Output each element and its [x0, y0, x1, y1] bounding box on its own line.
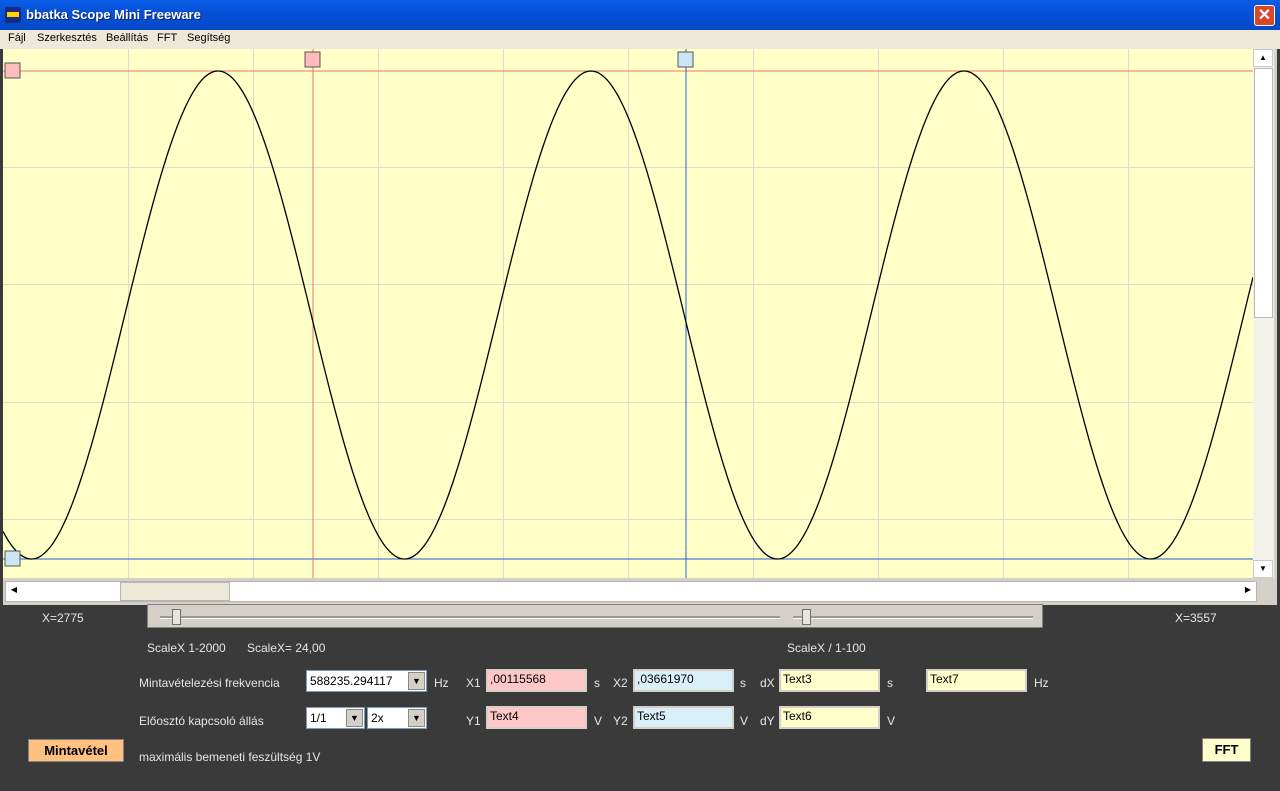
v-unit-2: V: [740, 714, 749, 728]
dx-field[interactable]: Text3: [779, 669, 880, 692]
window-title: bbatka Scope Mini Freeware: [26, 7, 201, 22]
menu-settings[interactable]: Beállítás: [106, 32, 148, 44]
x1-label: X1: [466, 676, 481, 690]
chevron-down-icon[interactable]: ▼: [346, 709, 363, 727]
scale-slider-knob-1[interactable]: [172, 609, 181, 625]
x2-label: X2: [613, 676, 628, 690]
dy-label: dY: [760, 714, 775, 728]
app-logo-icon: [5, 7, 21, 23]
sample-button[interactable]: Mintavétel: [28, 739, 124, 762]
vertical-scroll-thumb[interactable]: [1254, 68, 1273, 318]
scroll-up-arrow-icon[interactable]: ▲: [1253, 49, 1273, 67]
cursor-x2-handle[interactable]: [677, 51, 694, 68]
dx-label: dX: [760, 676, 775, 690]
scroll-left-arrow-icon[interactable]: ◀: [6, 582, 22, 601]
s-unit-3: s: [887, 676, 893, 690]
horizontal-scrollbar[interactable]: ◀ ▶: [5, 581, 1257, 602]
v-unit-1: V: [594, 714, 603, 728]
menu-edit[interactable]: Szerkesztés: [37, 32, 97, 44]
y1-label: Y1: [466, 714, 481, 728]
x-right-readout: X=3557: [1175, 611, 1217, 625]
scale-slider-track-2: [793, 616, 1033, 619]
prescaler-select[interactable]: 1/1 ▼: [306, 707, 365, 729]
dy-field[interactable]: Text6: [779, 706, 880, 729]
menu-file[interactable]: Fájl: [8, 32, 26, 44]
scale-div-label: ScaleX / 1-100: [787, 641, 866, 655]
menu-bar: Fájl Szerkesztés Beállítás FFT Segítség: [0, 30, 1280, 49]
sample-rate-label: Mintavételezési frekvencia: [139, 676, 280, 690]
sample-rate-value: 588235.294117: [310, 674, 393, 688]
x-left-readout: X=2775: [42, 611, 84, 625]
fft-button[interactable]: FFT: [1202, 738, 1251, 762]
chevron-down-icon[interactable]: ▼: [408, 709, 425, 727]
v-unit-3: V: [887, 714, 896, 728]
x2-field[interactable]: ,03661970: [633, 669, 734, 692]
hz-unit-1: Hz: [434, 676, 449, 690]
y2-label: Y2: [613, 714, 628, 728]
frequency-field[interactable]: Text7: [926, 669, 1027, 692]
y2-field[interactable]: Text5: [633, 706, 734, 729]
cursor-y2-handle[interactable]: [4, 550, 21, 567]
y1-field[interactable]: Text4: [486, 706, 587, 729]
scope-plot[interactable]: [3, 49, 1253, 578]
hz-unit-2: Hz: [1034, 676, 1049, 690]
gain-value: 2x: [371, 711, 384, 725]
scale-slider-track-1: [160, 616, 780, 619]
max-voltage-label: maximális bemeneti feszültség 1V: [139, 750, 321, 764]
menu-fft[interactable]: FFT: [157, 32, 177, 44]
cursor-x1-handle[interactable]: [304, 51, 321, 68]
scale-range-label: ScaleX 1-2000: [147, 641, 226, 655]
s-unit-1: s: [594, 676, 600, 690]
x1-field[interactable]: ,00115568: [486, 669, 587, 692]
scale-value-label: ScaleX= 24,00: [247, 641, 326, 655]
scale-slider[interactable]: [147, 604, 1043, 628]
sample-rate-select[interactable]: 588235.294117 ▼: [306, 670, 427, 692]
chevron-down-icon[interactable]: ▼: [408, 672, 425, 690]
close-button[interactable]: ✕: [1254, 5, 1275, 26]
title-bar: bbatka Scope Mini Freeware ✕: [0, 0, 1280, 30]
gain-select[interactable]: 2x ▼: [367, 707, 427, 729]
s-unit-2: s: [740, 676, 746, 690]
cursor-y1-handle[interactable]: [4, 62, 21, 79]
scroll-down-arrow-icon[interactable]: ▼: [1253, 560, 1273, 578]
horizontal-scroll-thumb[interactable]: [120, 582, 230, 601]
prescaler-label: Előosztó kapcsoló állás: [139, 714, 264, 728]
scale-slider-knob-2[interactable]: [802, 609, 811, 625]
menu-help[interactable]: Segítség: [187, 32, 230, 44]
scroll-right-arrow-icon[interactable]: ▶: [1240, 582, 1256, 601]
prescaler-value: 1/1: [310, 711, 327, 725]
